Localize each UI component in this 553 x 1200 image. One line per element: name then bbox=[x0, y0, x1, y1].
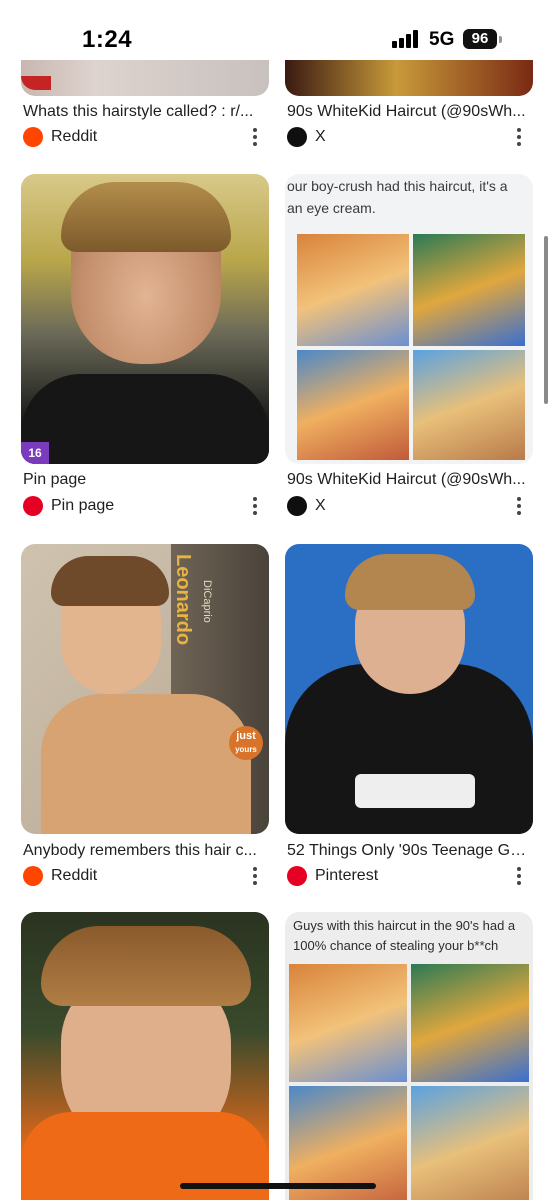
more-options-icon[interactable] bbox=[252, 867, 258, 885]
result-card[interactable]: 90s WhiteKid Haircut (@90sWh... X bbox=[285, 0, 533, 150]
result-title[interactable]: 52 Things Only '90s Teenage Gu... bbox=[287, 842, 532, 860]
image-caption-line: Leonardo bbox=[172, 554, 194, 646]
result-source[interactable]: X bbox=[287, 495, 532, 517]
x-icon bbox=[287, 496, 307, 516]
result-image[interactable] bbox=[285, 544, 533, 834]
result-source-name: Reddit bbox=[51, 128, 98, 145]
result-source-name: Pin page bbox=[51, 497, 115, 514]
result-card[interactable]: 52 Things Only '90s Teenage Gu... Pinter… bbox=[285, 544, 533, 894]
result-title[interactable]: Whats this hairstyle called? : r/... bbox=[23, 103, 268, 121]
result-source[interactable]: Pinterest bbox=[287, 865, 532, 887]
x-icon bbox=[287, 127, 307, 147]
result-card[interactable]: Whats this hairstyle called? : r/... Red… bbox=[21, 0, 269, 150]
more-options-icon[interactable] bbox=[252, 497, 258, 515]
result-source-name: Pinterest bbox=[315, 867, 379, 884]
more-options-icon[interactable] bbox=[516, 128, 522, 146]
more-options-icon[interactable] bbox=[252, 128, 258, 146]
image-caption-line: 100% chance of stealing your b**ch bbox=[293, 938, 499, 953]
result-image[interactable] bbox=[285, 60, 533, 96]
result-image[interactable]: Guys with this haircut in the 90's had a… bbox=[285, 912, 533, 1200]
result-card[interactable] bbox=[21, 912, 269, 1200]
home-indicator[interactable] bbox=[180, 1183, 376, 1189]
image-search-results: 1:24 5G 96 Whats this hairstyle called? … bbox=[0, 0, 553, 1200]
just-yours-logo: just yours bbox=[229, 726, 263, 760]
result-image[interactable]: 16 bbox=[21, 174, 269, 464]
scrollbar[interactable] bbox=[544, 236, 548, 404]
image-caption-line: DiCaprio bbox=[201, 580, 213, 623]
pinterest-icon bbox=[23, 496, 43, 516]
result-image[interactable]: Leonardo DiCaprio just yours bbox=[21, 544, 269, 834]
reddit-icon bbox=[23, 127, 43, 147]
result-source[interactable]: X bbox=[287, 126, 532, 148]
more-options-icon[interactable] bbox=[516, 497, 522, 515]
result-title[interactable]: 90s WhiteKid Haircut (@90sWh... bbox=[287, 103, 532, 121]
pinterest-icon bbox=[287, 866, 307, 886]
result-card[interactable]: Leonardo DiCaprio just yours Anybody reme… bbox=[21, 544, 269, 894]
result-source-name: X bbox=[315, 497, 326, 514]
image-caption-line: an eye cream. bbox=[287, 200, 376, 216]
result-image[interactable] bbox=[21, 912, 269, 1200]
result-image[interactable]: our boy-crush had this haircut, it's a a… bbox=[285, 174, 533, 464]
image-caption-line: Guys with this haircut in the 90's had a bbox=[293, 918, 516, 933]
result-image[interactable] bbox=[21, 60, 269, 96]
result-source-name: X bbox=[315, 128, 326, 145]
result-title[interactable]: 90s WhiteKid Haircut (@90sWh... bbox=[287, 471, 532, 489]
result-card[interactable]: Guys with this haircut in the 90's had a… bbox=[285, 912, 533, 1200]
result-card[interactable]: 16 Pin page Pin page bbox=[21, 174, 269, 524]
result-title[interactable]: Anybody remembers this hair c... bbox=[23, 842, 268, 860]
result-source[interactable]: Reddit bbox=[23, 865, 268, 887]
more-options-icon[interactable] bbox=[516, 867, 522, 885]
result-card[interactable]: our boy-crush had this haircut, it's a a… bbox=[285, 174, 533, 524]
result-source-name: Reddit bbox=[51, 867, 98, 884]
result-source[interactable]: Reddit bbox=[23, 126, 268, 148]
result-source[interactable]: Pin page bbox=[23, 495, 268, 517]
reddit-icon bbox=[23, 866, 43, 886]
image-caption-line: our boy-crush had this haircut, it's a bbox=[287, 178, 508, 194]
result-title[interactable]: Pin page bbox=[23, 471, 268, 489]
